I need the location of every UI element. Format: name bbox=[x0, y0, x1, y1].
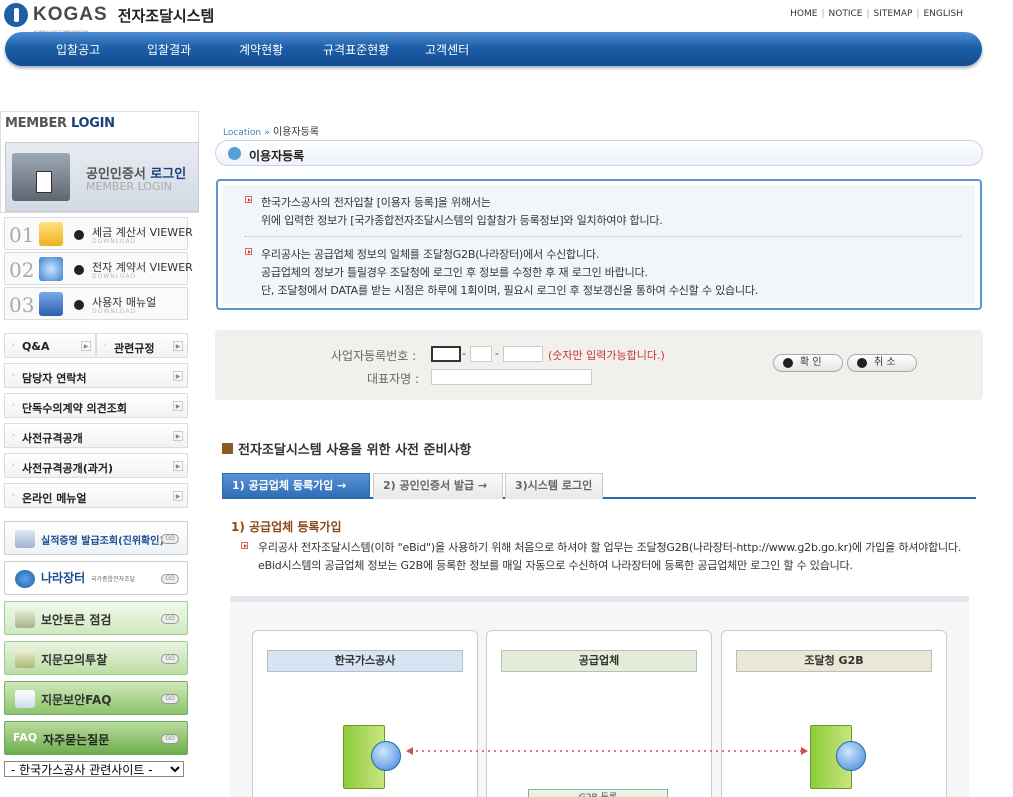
bullet-icon bbox=[241, 542, 248, 549]
util-home-link[interactable]: HOME bbox=[790, 9, 817, 19]
util-sitemap-link[interactable]: SITEMAP bbox=[874, 9, 913, 19]
member-login-title: MEMBER LOGIN bbox=[5, 116, 115, 131]
title-bullet-icon bbox=[228, 147, 241, 160]
certificate-icon bbox=[15, 530, 35, 548]
tab-system-login[interactable]: 3)시스템 로그인 bbox=[505, 473, 603, 499]
rep-name-label: 대표자명 : bbox=[367, 372, 420, 386]
arrow-right-icon: ▶ bbox=[81, 341, 91, 351]
step-description: 우리공사 전자조달시스템(이하 "eBid")을 사용하기 위해 처음으로 하셔… bbox=[258, 541, 962, 572]
download-user-manual[interactable]: 03 사용자 매뉴얼 DOWNLOAD bbox=[4, 287, 188, 320]
member-login-box: MEMBER LOGIN 공인인증서 로그인 MEMBER LOGIN bbox=[0, 111, 199, 213]
side-menu-contacts[interactable]: · 담당자 연락처 ▶ bbox=[4, 363, 188, 388]
side-menu-sole-contract[interactable]: · 단독수의계약 의견조회 ▶ bbox=[4, 393, 188, 418]
naramarket-logo-icon bbox=[15, 570, 35, 588]
arrow-right-icon: ▶ bbox=[173, 431, 183, 441]
cancel-button[interactable]: 취 소 bbox=[847, 354, 917, 372]
rep-name-field[interactable] bbox=[431, 369, 592, 385]
side-menu-online-manual[interactable]: · 온라인 메뉴얼 ▶ bbox=[4, 483, 188, 508]
bizno-field-2[interactable] bbox=[470, 346, 492, 362]
related-site-select[interactable]: - 한국가스공사 관련사이트 - bbox=[4, 761, 184, 777]
arrow-right-icon: ▶ bbox=[173, 461, 183, 471]
banner-fingerprint-faq[interactable]: 지문보안FAQ GO bbox=[4, 681, 188, 715]
banner-performance-cert[interactable]: 실적증명 발급조회(진위확인) GO bbox=[4, 521, 188, 555]
cert-login-sub: MEMBER LOGIN bbox=[86, 180, 172, 193]
tab-cert-issue[interactable]: 2) 공인인증서 발급 → bbox=[373, 473, 503, 499]
registration-form: 사업자등록번호 : - - (숫자만 입력가능합니다.) 대표자명 : 확 인 … bbox=[215, 330, 983, 400]
download-tax-invoice-viewer[interactable]: 01 세금 계산서 VIEWER DOWNLOAD bbox=[4, 217, 193, 250]
arrow-right-icon: ▶ bbox=[173, 341, 183, 351]
arrow-right-icon: ▶ bbox=[173, 491, 183, 501]
g2b-register-box[interactable]: G2B 등록 bbox=[528, 789, 668, 797]
arrow-circle-icon bbox=[74, 300, 84, 310]
bullet-icon bbox=[245, 248, 252, 255]
gnb-bid-result[interactable]: 입찰결과 bbox=[147, 41, 191, 58]
registration-diagram: 한국가스공사 공급업체 조달청 G2B G2B 등록 bbox=[230, 596, 969, 797]
arrow-circle-icon bbox=[74, 230, 84, 240]
gnb-contract-status[interactable]: 계약현황 bbox=[239, 41, 283, 58]
bizno-field-1[interactable] bbox=[431, 346, 461, 362]
arrow-circle-icon bbox=[783, 358, 793, 368]
prep-tabs: 1) 공급업체 등록가입 → 2) 공인인증서 발급 → 3)시스템 로그인 bbox=[222, 473, 976, 499]
util-english-link[interactable]: ENGLISH bbox=[923, 9, 963, 19]
arrow-right-head bbox=[801, 747, 808, 755]
side-menu-qa[interactable]: · Q&A ▶ bbox=[4, 333, 96, 358]
arrow-circle-icon bbox=[74, 265, 84, 275]
envelope-pencil-icon bbox=[39, 222, 63, 246]
util-notice-link[interactable]: NOTICE bbox=[829, 9, 863, 19]
diagram-arrows bbox=[406, 747, 808, 755]
bizno-hint: (숫자만 입력가능합니다.) bbox=[548, 349, 665, 362]
arrow-right-icon: ▶ bbox=[173, 371, 183, 381]
banner-security-token[interactable]: 보안토큰 점검 GO bbox=[4, 601, 188, 635]
side-menu-prespec-past[interactable]: · 사전규격공개(과거) ▶ bbox=[4, 453, 188, 478]
arrow-circle-icon bbox=[857, 358, 867, 368]
banner-naramarket[interactable]: 나라장터 국가종합전자조달 GO bbox=[4, 561, 188, 595]
bizno-label: 사업자등록번호 : bbox=[331, 349, 417, 363]
download-contract-viewer[interactable]: 02 전자 계약서 VIEWER DOWNLOAD bbox=[4, 252, 193, 285]
page-title-bar: 이용자등록 bbox=[215, 140, 983, 166]
breadcrumb: Location » 이용자등록 bbox=[223, 127, 319, 138]
gnb-customer-center[interactable]: 고객센터 bbox=[425, 41, 469, 58]
section-bullet-icon bbox=[222, 443, 233, 454]
arrow-left-head bbox=[406, 747, 413, 755]
side-menu-rules[interactable]: · 관련규정 ▶ bbox=[96, 333, 188, 358]
kogas-logo[interactable]: KOGASKOREA GAS CORPORATION 전자조달시스템 bbox=[4, 3, 215, 34]
system-title: 전자조달시스템 bbox=[117, 6, 215, 25]
arrow-right-icon: ▶ bbox=[173, 401, 183, 411]
banner-faq[interactable]: FAQ 자주묻는질문 GO bbox=[4, 721, 188, 755]
gnb-standard-status[interactable]: 규격표준현황 bbox=[323, 41, 389, 58]
side-menu-prespec[interactable]: · 사전규격공개 ▶ bbox=[4, 423, 188, 448]
step-title: 1) 공급업체 등록가입 bbox=[231, 520, 342, 534]
tab-supplier-registration[interactable]: 1) 공급업체 등록가입 → bbox=[222, 473, 370, 499]
notice-divider bbox=[245, 236, 961, 237]
gnb-bid-notice[interactable]: 입찰공고 bbox=[56, 41, 100, 58]
kogas-logo-icon bbox=[4, 3, 28, 27]
document-icon bbox=[15, 650, 35, 668]
utility-nav: HOME | NOTICE | SITEMAP | ENGLISH bbox=[790, 9, 963, 19]
cert-login-button[interactable]: 공인인증서 로그인 MEMBER LOGIN bbox=[5, 142, 199, 212]
manual-book-icon bbox=[39, 292, 63, 316]
bizno-field-3[interactable] bbox=[503, 346, 543, 362]
folder-person-icon bbox=[12, 153, 70, 201]
prep-section-title: 전자조달시스템 사용을 위한 사전 준비사항 bbox=[222, 439, 471, 458]
global-nav: 입찰공고 입찰결과 계약현황 규격표준현황 고객센터 bbox=[5, 32, 982, 66]
question-icon bbox=[15, 690, 35, 708]
book-icon bbox=[15, 610, 35, 628]
notice-box: 한국가스공사의 전자입찰 [이용자 등록]을 위해서는 위에 입력한 정보가 [… bbox=[216, 179, 982, 310]
page-title: 이용자등록 bbox=[249, 149, 305, 163]
banner-fingerprint-mock-bid[interactable]: 지문모의투찰 GO bbox=[4, 641, 188, 675]
confirm-button[interactable]: 확 인 bbox=[773, 354, 843, 372]
refresh-document-icon bbox=[39, 257, 63, 281]
bullet-icon bbox=[245, 196, 252, 203]
brand-name: KOGASKOREA GAS CORPORATION bbox=[33, 4, 108, 34]
